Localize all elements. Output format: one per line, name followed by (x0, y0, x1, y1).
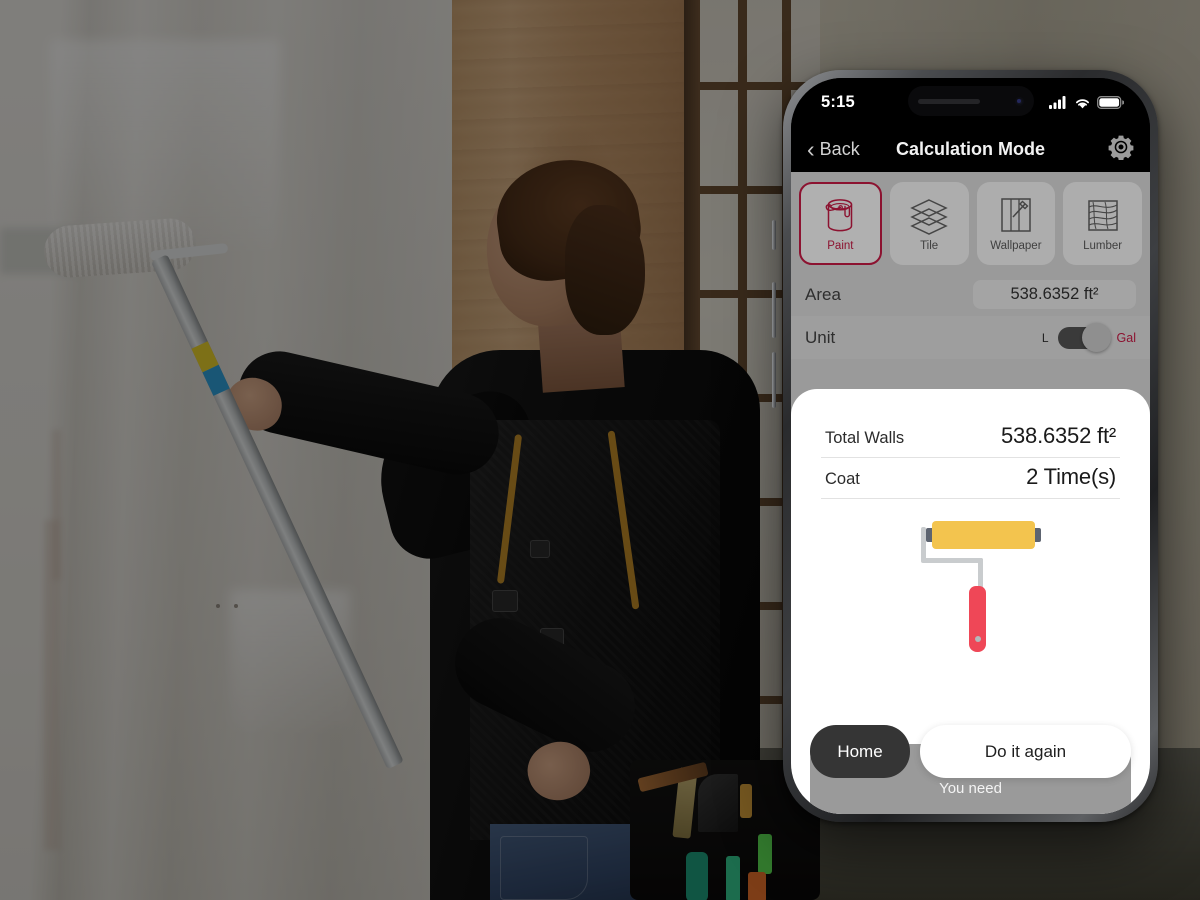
paint-bucket-icon (826, 199, 853, 232)
unit-toggle-group: L Gal (1042, 322, 1136, 352)
dynamic-island (907, 86, 1034, 116)
unit-option-liters[interactable]: L (1042, 331, 1049, 345)
wallpaper-icon (1001, 198, 1031, 232)
mode-tab-tile[interactable]: Tile (889, 182, 969, 265)
mute-switch[interactable] (772, 220, 776, 250)
unit-row: Unit L Gal (791, 316, 1150, 359)
result-sheet: Total Walls 538.6352 ft² Coat 2 Time(s) (791, 389, 1150, 814)
home-button[interactable]: Home (810, 725, 910, 778)
status-icons (1049, 95, 1124, 109)
mode-tab-label: Lumber (1083, 240, 1123, 252)
battery-icon (1097, 95, 1124, 109)
mode-tab-label: Paint (827, 240, 854, 252)
phone-mockup: 5:15 ‹ Back Calculation Mode Paint Tile … (772, 70, 1158, 822)
lumber-grain-icon (1087, 200, 1118, 231)
toggle-knob (1081, 322, 1111, 352)
calculation-mode-selector: Paint Tile Wallpaper Lumber (791, 172, 1150, 273)
mode-tab-label: Tile (920, 240, 939, 252)
mode-tab-paint[interactable]: Paint (799, 182, 882, 265)
mode-tab-label: Wallpaper (990, 240, 1042, 252)
speaker-grille-icon (917, 98, 980, 104)
roller-handle (969, 586, 986, 652)
volume-up-button[interactable] (772, 282, 776, 338)
roller-arm-horizontal (921, 558, 983, 563)
tile-stack-icon (910, 199, 948, 235)
do-it-again-button[interactable]: Do it again (920, 725, 1131, 778)
phone-screen: 5:15 ‹ Back Calculation Mode Paint Tile … (791, 78, 1150, 814)
front-camera-icon (1014, 96, 1024, 106)
back-button-label: Back (819, 138, 860, 159)
result-row-key: Coat (825, 470, 860, 488)
area-value-field[interactable]: 538.6352 ft² (973, 280, 1136, 309)
status-clock: 5:15 (821, 92, 855, 111)
area-row: Area 538.6352 ft² (791, 273, 1150, 316)
app-body: Paint Tile Wallpaper Lumber Area 538.635… (791, 172, 1150, 814)
unit-label: Unit (805, 327, 836, 347)
chevron-left-icon: ‹ (807, 135, 815, 162)
roller-handle-hole (974, 636, 981, 642)
gear-icon (1108, 135, 1134, 160)
you-need-label: You need (939, 780, 1002, 797)
unit-toggle-switch[interactable] (1057, 322, 1111, 352)
roller-head (932, 521, 1035, 549)
mode-tab-lumber[interactable]: Lumber (1063, 182, 1142, 265)
result-row-total-walls: Total Walls 538.6352 ft² (821, 417, 1120, 458)
status-bar: 5:15 (791, 78, 1150, 126)
wifi-icon (1076, 98, 1089, 108)
result-row-coat: Coat 2 Time(s) (821, 458, 1120, 499)
cellular-signal-icon (1049, 95, 1066, 109)
result-row-value: 2 Time(s) (1026, 464, 1116, 489)
area-label: Area (805, 284, 841, 304)
volume-down-button[interactable] (772, 352, 776, 408)
unit-option-gallons[interactable]: Gal (1117, 331, 1136, 345)
action-buttons: Home Do it again (810, 725, 1131, 778)
settings-button[interactable] (1108, 134, 1134, 165)
back-button[interactable]: ‹ Back (807, 135, 860, 162)
mode-tab-wallpaper[interactable]: Wallpaper (976, 182, 1056, 265)
roller-arm-vertical (921, 527, 926, 561)
result-row-value: 538.6352 ft² (1000, 423, 1116, 448)
nav-bar: ‹ Back Calculation Mode (791, 126, 1150, 172)
paint-roller-illustration (821, 513, 1120, 652)
result-row-key: Total Walls (825, 429, 905, 447)
